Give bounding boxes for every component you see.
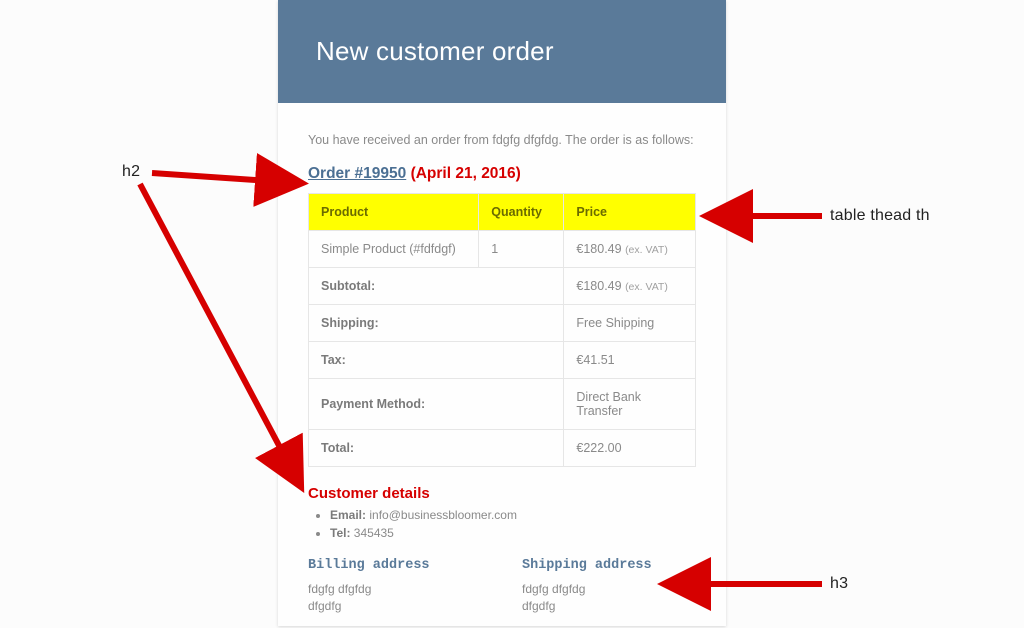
address-row: Billing address fdgfg dfgfdg dfgdfg Ship…	[308, 558, 696, 616]
cell-tax-label: Tax:	[309, 342, 564, 379]
annotation-thead-label: table thead th	[830, 207, 930, 225]
address-line: fdgfg dfgfdg	[522, 581, 696, 598]
address-line: fdgfg dfgfdg	[308, 581, 482, 598]
cell-shipping-value: Free Shipping	[564, 305, 696, 342]
address-line: dfgdfg	[522, 598, 696, 615]
table-row: Tax: €41.51	[309, 342, 696, 379]
list-item: Tel: 345435	[330, 526, 696, 540]
order-date: (April 21, 2016)	[411, 165, 521, 182]
cell-subtotal-label: Subtotal:	[309, 268, 564, 305]
cell-price: €180.49 (ex. VAT)	[564, 231, 696, 268]
cell-product: Simple Product (#fdfdgf)	[309, 231, 479, 268]
th-price: Price	[564, 194, 696, 231]
list-item: Email: info@businessbloomer.com	[330, 508, 696, 522]
customer-details-heading: Customer details	[308, 485, 696, 502]
th-product: Product	[309, 194, 479, 231]
email-body: You have received an order from fdgfg df…	[278, 103, 726, 626]
cell-total-label: Total:	[309, 430, 564, 467]
cell-payment-label: Payment Method:	[309, 379, 564, 430]
cell-subtotal-value: €180.49 (ex. VAT)	[564, 268, 696, 305]
order-heading: Order #19950 (April 21, 2016)	[308, 165, 696, 183]
shipping-address-block: Shipping address fdgfg dfgfdg dfgdfg	[522, 558, 696, 616]
order-table: Product Quantity Price Simple Product (#…	[308, 193, 696, 467]
customer-details-list: Email: info@businessbloomer.com Tel: 345…	[330, 508, 696, 540]
table-row: Simple Product (#fdfdgf) 1 €180.49 (ex. …	[309, 231, 696, 268]
cell-shipping-label: Shipping:	[309, 305, 564, 342]
annotation-h3-label: h3	[830, 575, 848, 593]
table-row: Payment Method: Direct Bank Transfer	[309, 379, 696, 430]
order-link[interactable]: Order #19950	[308, 165, 406, 182]
billing-address-block: Billing address fdgfg dfgfdg dfgdfg	[308, 558, 482, 616]
shipping-address-heading: Shipping address	[522, 558, 696, 573]
cell-quantity: 1	[479, 231, 564, 268]
billing-address-heading: Billing address	[308, 558, 482, 573]
table-row: Subtotal: €180.49 (ex. VAT)	[309, 268, 696, 305]
th-quantity: Quantity	[479, 194, 564, 231]
email-header: New customer order	[278, 0, 726, 103]
email-title: New customer order	[316, 36, 696, 67]
email-container: New customer order You have received an …	[278, 0, 726, 626]
cell-tax-value: €41.51	[564, 342, 696, 379]
cell-payment-value: Direct Bank Transfer	[564, 379, 696, 430]
table-row: Total: €222.00	[309, 430, 696, 467]
cell-total-value: €222.00	[564, 430, 696, 467]
intro-text: You have received an order from fdgfg df…	[308, 133, 696, 147]
table-row: Shipping: Free Shipping	[309, 305, 696, 342]
address-line: dfgdfg	[308, 598, 482, 615]
annotation-h2-label: h2	[122, 163, 140, 181]
